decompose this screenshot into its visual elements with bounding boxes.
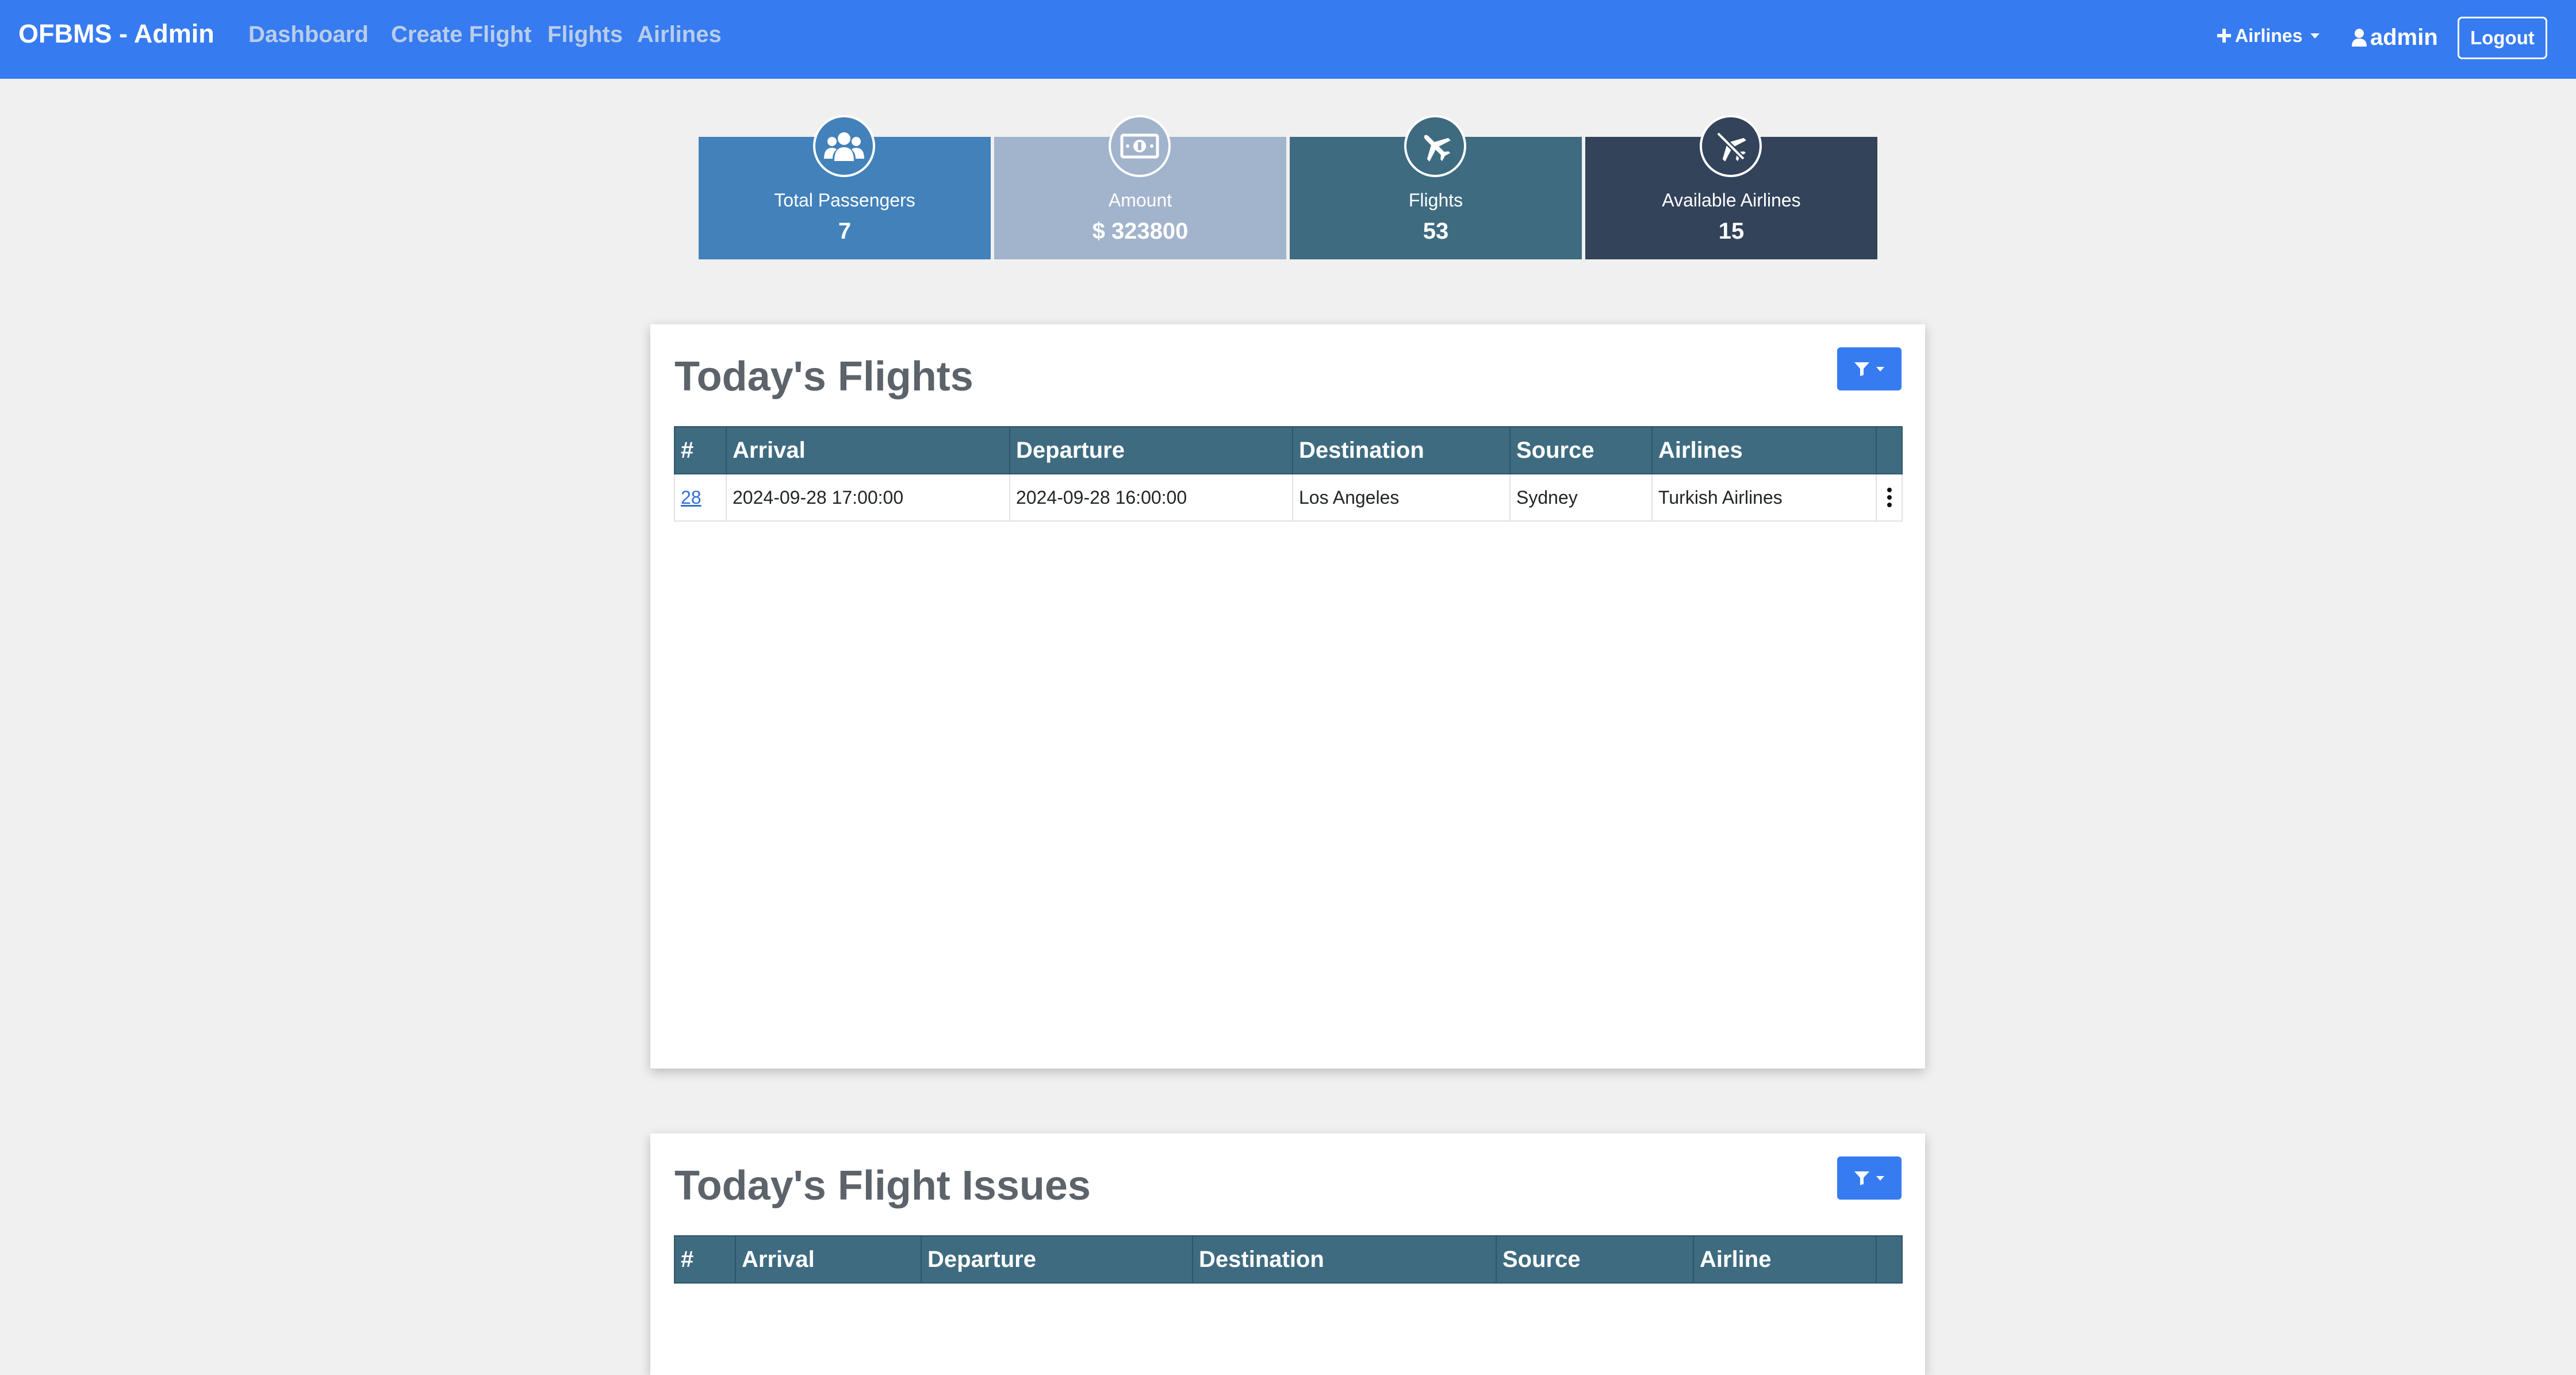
- todays-flights-panel: Today's Flights # Arrival Departure Dest…: [650, 324, 1925, 1068]
- column-header-source: Source: [1509, 426, 1653, 474]
- column-header-id: #: [674, 426, 727, 474]
- column-header-actions: [1876, 426, 1903, 474]
- cell-id: 28: [674, 473, 727, 522]
- column-header-destination: Destination: [1292, 426, 1511, 474]
- airlines-dropdown-label: Airlines: [2235, 25, 2303, 46]
- column-header-arrival: Arrival: [726, 426, 1010, 474]
- table-header-row: # Arrival Departure Destination Source A…: [674, 426, 1903, 474]
- stat-value: 15: [1718, 219, 1745, 244]
- plane-slash-icon: [1700, 115, 1762, 177]
- nav-link-flights[interactable]: Flights: [547, 20, 623, 49]
- plus-icon: [2217, 28, 2232, 43]
- plane-icon: [1404, 115, 1466, 177]
- brand-title[interactable]: OFBMS - Admin: [18, 17, 214, 51]
- column-header-airlines: Airlines: [1651, 426, 1877, 474]
- airlines-dropdown[interactable]: Airlines: [2217, 24, 2320, 47]
- chevron-down-icon: [1876, 366, 1884, 371]
- cell-departure: 2024-09-28 16:00:00: [1009, 473, 1293, 522]
- column-header-arrival: Arrival: [735, 1235, 922, 1284]
- cell-source: Sydney: [1509, 473, 1653, 522]
- column-header-destination: Destination: [1192, 1235, 1497, 1284]
- cell-airline: Turkish Airlines: [1651, 473, 1877, 522]
- todays-flight-issues-panel: Today's Flight Issues # Arrival Departur…: [650, 1133, 1925, 1375]
- cell-arrival: 2024-09-28 17:00:00: [726, 473, 1010, 522]
- todays-flight-issues-table: # Arrival Departure Destination Source A…: [674, 1235, 1903, 1284]
- stat-card-available-airlines: Available Airlines 15: [1585, 115, 1877, 259]
- stat-label: Amount: [1108, 190, 1172, 210]
- column-header-departure: Departure: [921, 1235, 1193, 1284]
- more-options-icon[interactable]: [1883, 488, 1896, 507]
- stat-value: 53: [1423, 219, 1449, 244]
- column-header-departure: Departure: [1009, 426, 1293, 474]
- todays-flights-table: # Arrival Departure Destination Source A…: [674, 426, 1903, 522]
- users-icon: [813, 115, 875, 177]
- column-header-source: Source: [1496, 1235, 1694, 1284]
- cell-destination: Los Angeles: [1292, 473, 1511, 522]
- nav-link-dashboard[interactable]: Dashboard: [248, 20, 369, 49]
- filter-icon: [1854, 362, 1869, 376]
- filter-icon: [1854, 1171, 1869, 1185]
- money-bill-icon: [1109, 115, 1171, 177]
- nav-link-airlines[interactable]: Airlines: [637, 20, 722, 49]
- user-menu[interactable]: admin: [2352, 23, 2438, 52]
- chevron-down-icon: [2310, 33, 2320, 39]
- column-header-airline: Airline: [1693, 1235, 1877, 1284]
- flight-id-link[interactable]: 28: [681, 487, 702, 508]
- column-header-id: #: [674, 1235, 736, 1284]
- stat-label: Available Airlines: [1662, 190, 1801, 210]
- user-icon: [2352, 28, 2367, 47]
- stat-label: Total Passengers: [774, 190, 915, 210]
- stat-card-total-passengers: Total Passengers 7: [699, 115, 991, 259]
- panel-title: Today's Flight Issues: [674, 1163, 1091, 1209]
- stat-card-amount: Amount $ 323800: [994, 115, 1286, 259]
- stat-value: $ 323800: [1092, 219, 1189, 244]
- stat-card-flights: Flights 53: [1290, 115, 1582, 259]
- nav-link-create-flight[interactable]: Create Flight: [391, 20, 531, 49]
- filter-button[interactable]: [1837, 347, 1902, 390]
- filter-button[interactable]: [1837, 1156, 1902, 1200]
- table-header-row: # Arrival Departure Destination Source A…: [674, 1235, 1903, 1284]
- table-row: 28 2024-09-28 17:00:00 2024-09-28 16:00:…: [674, 473, 1903, 522]
- user-name: admin: [2370, 24, 2438, 50]
- column-header-actions: [1876, 1235, 1903, 1284]
- cell-actions: [1876, 473, 1903, 522]
- panel-title: Today's Flights: [674, 354, 973, 400]
- chevron-down-icon: [1876, 1175, 1884, 1181]
- top-navbar: OFBMS - Admin Dashboard Create Flight Fl…: [0, 0, 2576, 79]
- logout-button[interactable]: Logout: [2458, 17, 2547, 59]
- stat-value: 7: [838, 219, 852, 244]
- stat-label: Flights: [1408, 190, 1463, 210]
